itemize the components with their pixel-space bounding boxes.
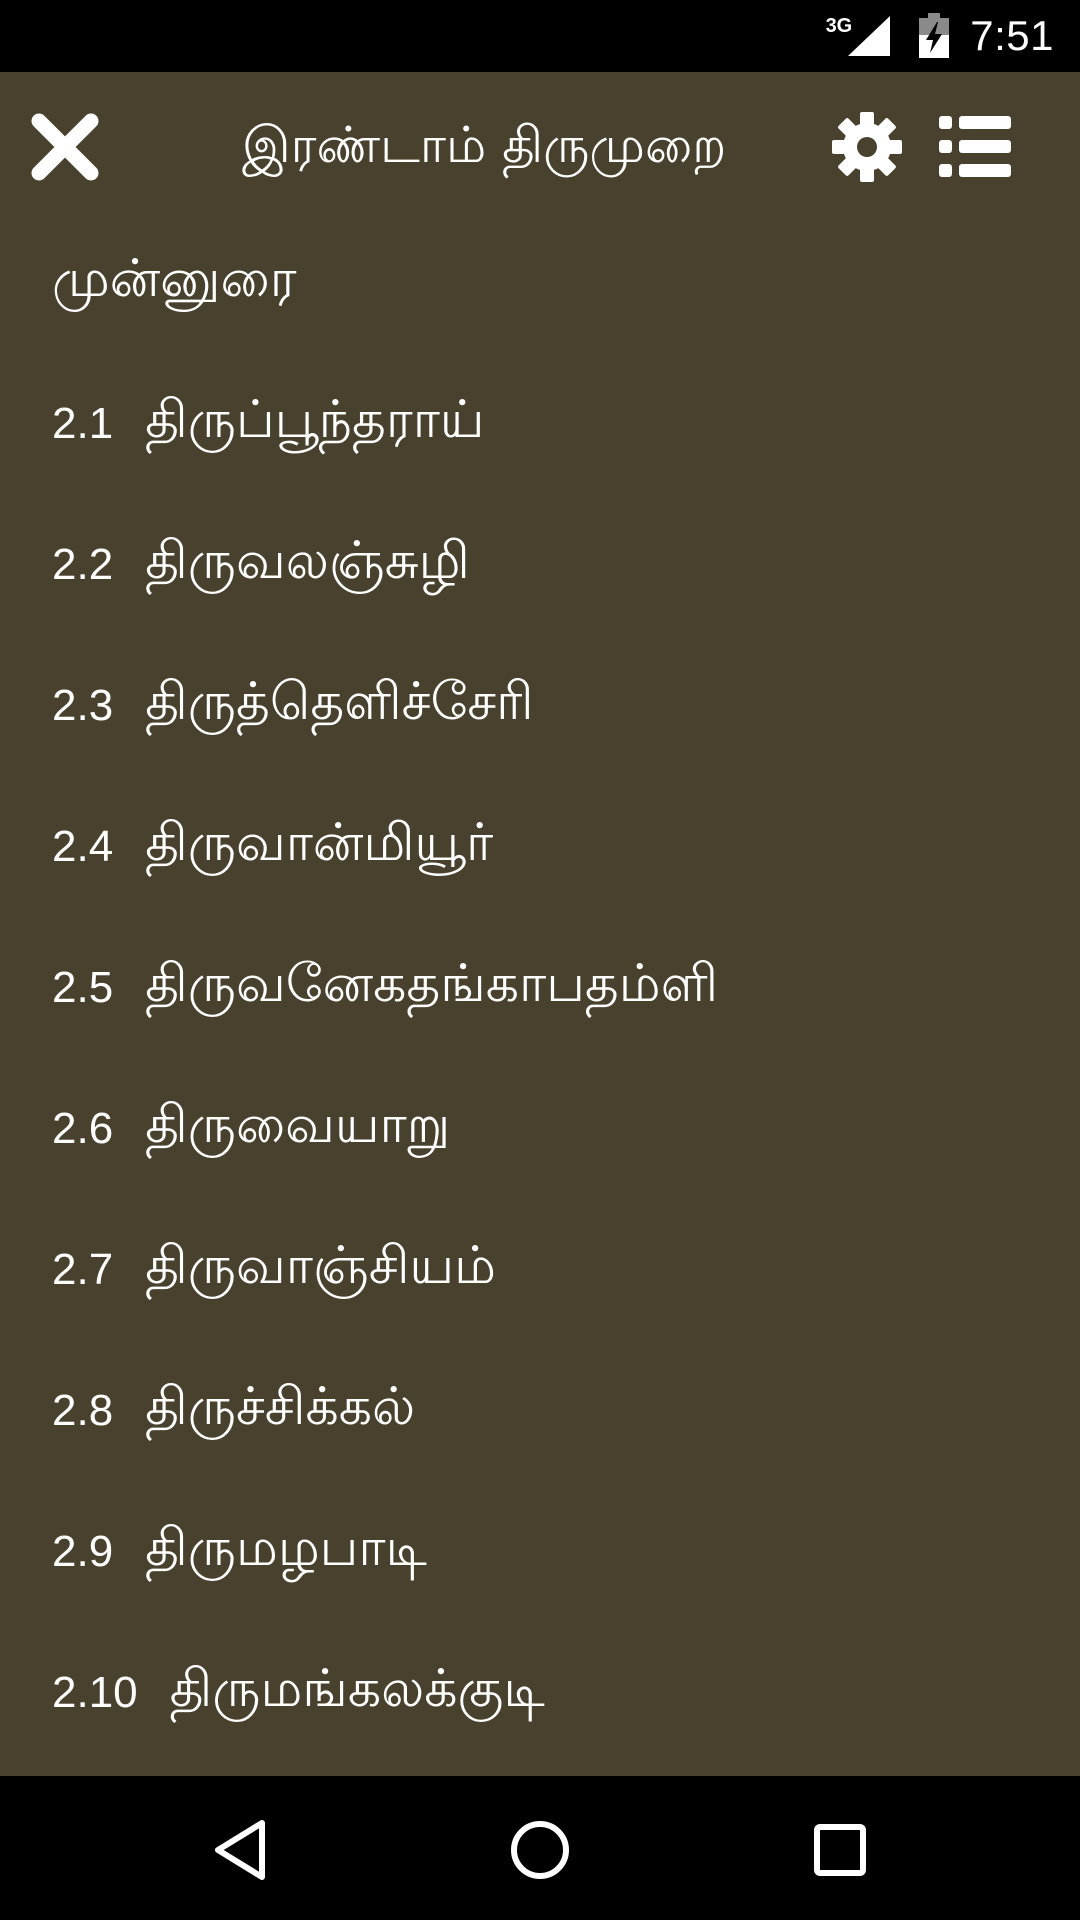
list-item[interactable]: 2.10 திருமங்கலக்குடி <box>52 1622 1032 1763</box>
list-item[interactable]: 2.9 திருமழபாடி <box>52 1481 1032 1622</box>
item-title: திருமழபாடி <box>145 1518 427 1578</box>
recents-button[interactable] <box>790 1800 890 1900</box>
item-title: திருவாஞ்சியம் <box>145 1236 496 1296</box>
item-number: 2.7 <box>52 1244 114 1294</box>
back-button[interactable] <box>190 1800 290 1900</box>
signal-icon <box>848 16 891 56</box>
list-item[interactable]: 2.3 திருத்தெளிச்சேரி <box>52 635 1032 776</box>
status-icons: 3G 7:51 <box>826 0 1054 72</box>
item-number: 2.10 <box>52 1667 138 1717</box>
list-item[interactable]: 2.7 திருவாஞ்சியம் <box>52 1199 1032 1340</box>
preface-item[interactable]: முன்னுரை <box>52 212 1032 353</box>
item-number: 2.5 <box>52 962 114 1012</box>
network-type: 3G <box>825 14 853 37</box>
recents-icon <box>814 1824 866 1876</box>
close-button[interactable] <box>24 106 106 188</box>
list-item[interactable]: 2.5 திருவனேகதங்காபதம்ளி <box>52 917 1032 1058</box>
battery-charging-icon <box>919 13 950 58</box>
home-button[interactable] <box>490 1800 590 1900</box>
item-number: 2.3 <box>52 680 114 730</box>
status-bar: 3G 7:51 <box>0 0 1080 72</box>
item-number: 2.8 <box>52 1385 114 1435</box>
list-menu-button[interactable] <box>934 108 1016 186</box>
back-icon <box>215 1820 265 1880</box>
item-title: திருமங்கலக்குடி <box>169 1659 545 1719</box>
navigation-bar <box>0 1776 1080 1920</box>
list-item[interactable]: 2.6 திருவையாறு <box>52 1058 1032 1199</box>
item-number: 2.4 <box>52 821 114 871</box>
item-title: திருவான்மியூர் <box>145 813 494 873</box>
home-icon <box>511 1821 569 1879</box>
item-title: திருவையாறு <box>145 1095 451 1155</box>
item-number: 2.1 <box>52 398 114 448</box>
item-title: திருத்தெளிச்சேரி <box>145 672 534 732</box>
item-number: 2.2 <box>52 539 114 589</box>
clock: 7:51 <box>970 12 1054 59</box>
item-title: திருச்சிக்கல் <box>145 1377 416 1437</box>
app-screen: இரண்டாம் திருமுறை முன்னுரை 2.1 திருப்பூந… <box>0 72 1080 1776</box>
item-title: திருவலஞ்சுழி <box>145 531 470 591</box>
list-menu-icon <box>939 116 1011 177</box>
settings-button[interactable] <box>828 108 906 186</box>
preface-label: முன்னுரை <box>52 249 297 309</box>
toolbar: இரண்டாம் திருமுறை <box>0 72 1080 222</box>
item-title: திருவனேகதங்காபதம்ளி <box>145 954 719 1014</box>
item-title: திருப்பூந்தராய் <box>145 390 485 450</box>
list-item[interactable]: 2.2 திருவலஞ்சுழி <box>52 494 1032 635</box>
list-item[interactable]: 2.8 திருச்சிக்கல் <box>52 1340 1032 1481</box>
item-number: 2.6 <box>52 1103 114 1153</box>
list-item[interactable]: 2.4 திருவான்மியூர் <box>52 776 1032 917</box>
page-title: இரண்டாம் திருமுறை <box>242 116 727 174</box>
settings-gear-icon <box>832 112 902 182</box>
item-number: 2.9 <box>52 1526 114 1576</box>
close-icon <box>31 113 99 181</box>
list-item[interactable]: 2.1 திருப்பூந்தராய் <box>52 353 1032 494</box>
